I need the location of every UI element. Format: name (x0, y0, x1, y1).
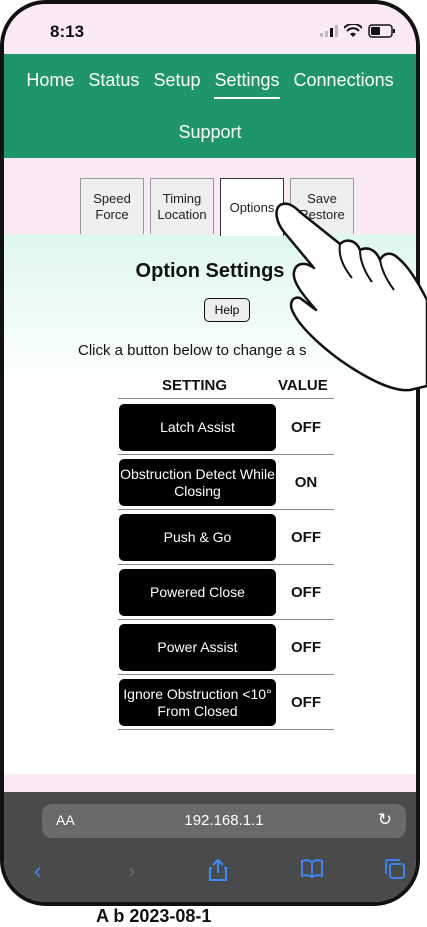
phone-frame: 8:13 Home Status Setup Settings Connecti… (0, 0, 420, 906)
nav-setup[interactable]: Setup (153, 70, 200, 99)
latch-assist-button[interactable]: Latch Assist (119, 404, 276, 451)
obstruction-detect-button[interactable]: Obstruction Detect While Closing (119, 459, 276, 506)
browser-toolbar: ‹ › (4, 848, 416, 898)
footer-caption: A b 2023-08-1 (96, 906, 212, 926)
nav-settings[interactable]: Settings (214, 70, 280, 99)
nav-row: Home Status Setup Settings Connections (4, 70, 416, 99)
setting-row: Latch Assist OFF (118, 400, 334, 455)
status-bar: 8:13 (4, 4, 416, 54)
tab-label: Restore (299, 206, 345, 222)
setting-row: Power Assist OFF (118, 620, 334, 675)
tab-speed-force[interactable]: Speed Force (80, 178, 144, 234)
column-header-setting: SETTING (162, 377, 228, 394)
signal-icon (320, 25, 338, 37)
setting-value: OFF (291, 693, 321, 711)
address-bar[interactable]: AA 192.168.1.1 ↻ (42, 804, 406, 838)
phone: 8:13 Home Status Setup Settings Connecti… (0, 0, 427, 918)
tab-save-restore[interactable]: Save Restore (290, 178, 354, 234)
setting-row: Obstruction Detect While Closing ON (118, 455, 334, 510)
setting-row: Push & Go OFF (118, 510, 334, 565)
column-header-value: VALUE (278, 377, 328, 394)
push-and-go-button[interactable]: Push & Go (119, 514, 276, 561)
url-text: 192.168.1.1 (184, 812, 264, 829)
back-icon[interactable]: ‹ (34, 858, 41, 884)
settings-tabs: Speed Force Timing Location Options Save… (80, 178, 354, 236)
clock: 8:13 (50, 22, 85, 41)
tab-label: Location (157, 206, 207, 222)
status-icons (320, 24, 396, 38)
browser-chrome: AA 192.168.1.1 ↻ ‹ › (4, 792, 416, 902)
nav-support[interactable]: Support (4, 122, 416, 143)
powered-close-button[interactable]: Powered Close (119, 569, 276, 616)
setting-value: ON (294, 473, 318, 491)
nav-home[interactable]: Home (26, 70, 74, 99)
help-button[interactable]: Help (204, 298, 250, 322)
ignore-obstruction-button[interactable]: Ignore Obstruction <10° From Closed (119, 679, 276, 726)
tab-label: Speed (93, 190, 131, 206)
share-icon[interactable] (208, 858, 228, 888)
battery-icon (368, 24, 395, 38)
bookmarks-icon[interactable] (300, 858, 324, 884)
setting-value: OFF (291, 418, 321, 436)
setting-row: Powered Close OFF (118, 565, 334, 620)
tab-label: Timing (162, 190, 202, 206)
tab-label: Force (95, 206, 129, 222)
tab-timing-location[interactable]: Timing Location (150, 178, 214, 234)
setting-value: OFF (291, 638, 321, 656)
instruction-text: Click a button below to change a s (78, 342, 307, 359)
setting-row: Ignore Obstruction <10° From Closed OFF (118, 675, 334, 730)
divider (118, 398, 334, 399)
power-assist-button[interactable]: Power Assist (119, 624, 276, 671)
nav-connections[interactable]: Connections (294, 70, 394, 99)
reload-icon[interactable]: ↻ (378, 810, 392, 830)
tab-label: Options (229, 199, 275, 215)
setting-value: OFF (291, 528, 321, 546)
forward-icon[interactable]: › (128, 858, 135, 884)
setting-value: OFF (291, 583, 321, 601)
nav-status[interactable]: Status (88, 70, 139, 99)
wifi-icon (344, 24, 362, 37)
page-title: Option Settings (135, 260, 285, 282)
tabs-icon[interactable] (384, 858, 406, 886)
tab-options[interactable]: Options (220, 178, 284, 236)
tab-label: Save (307, 190, 337, 206)
main-nav: Home Status Setup Settings Connections S… (4, 54, 416, 158)
